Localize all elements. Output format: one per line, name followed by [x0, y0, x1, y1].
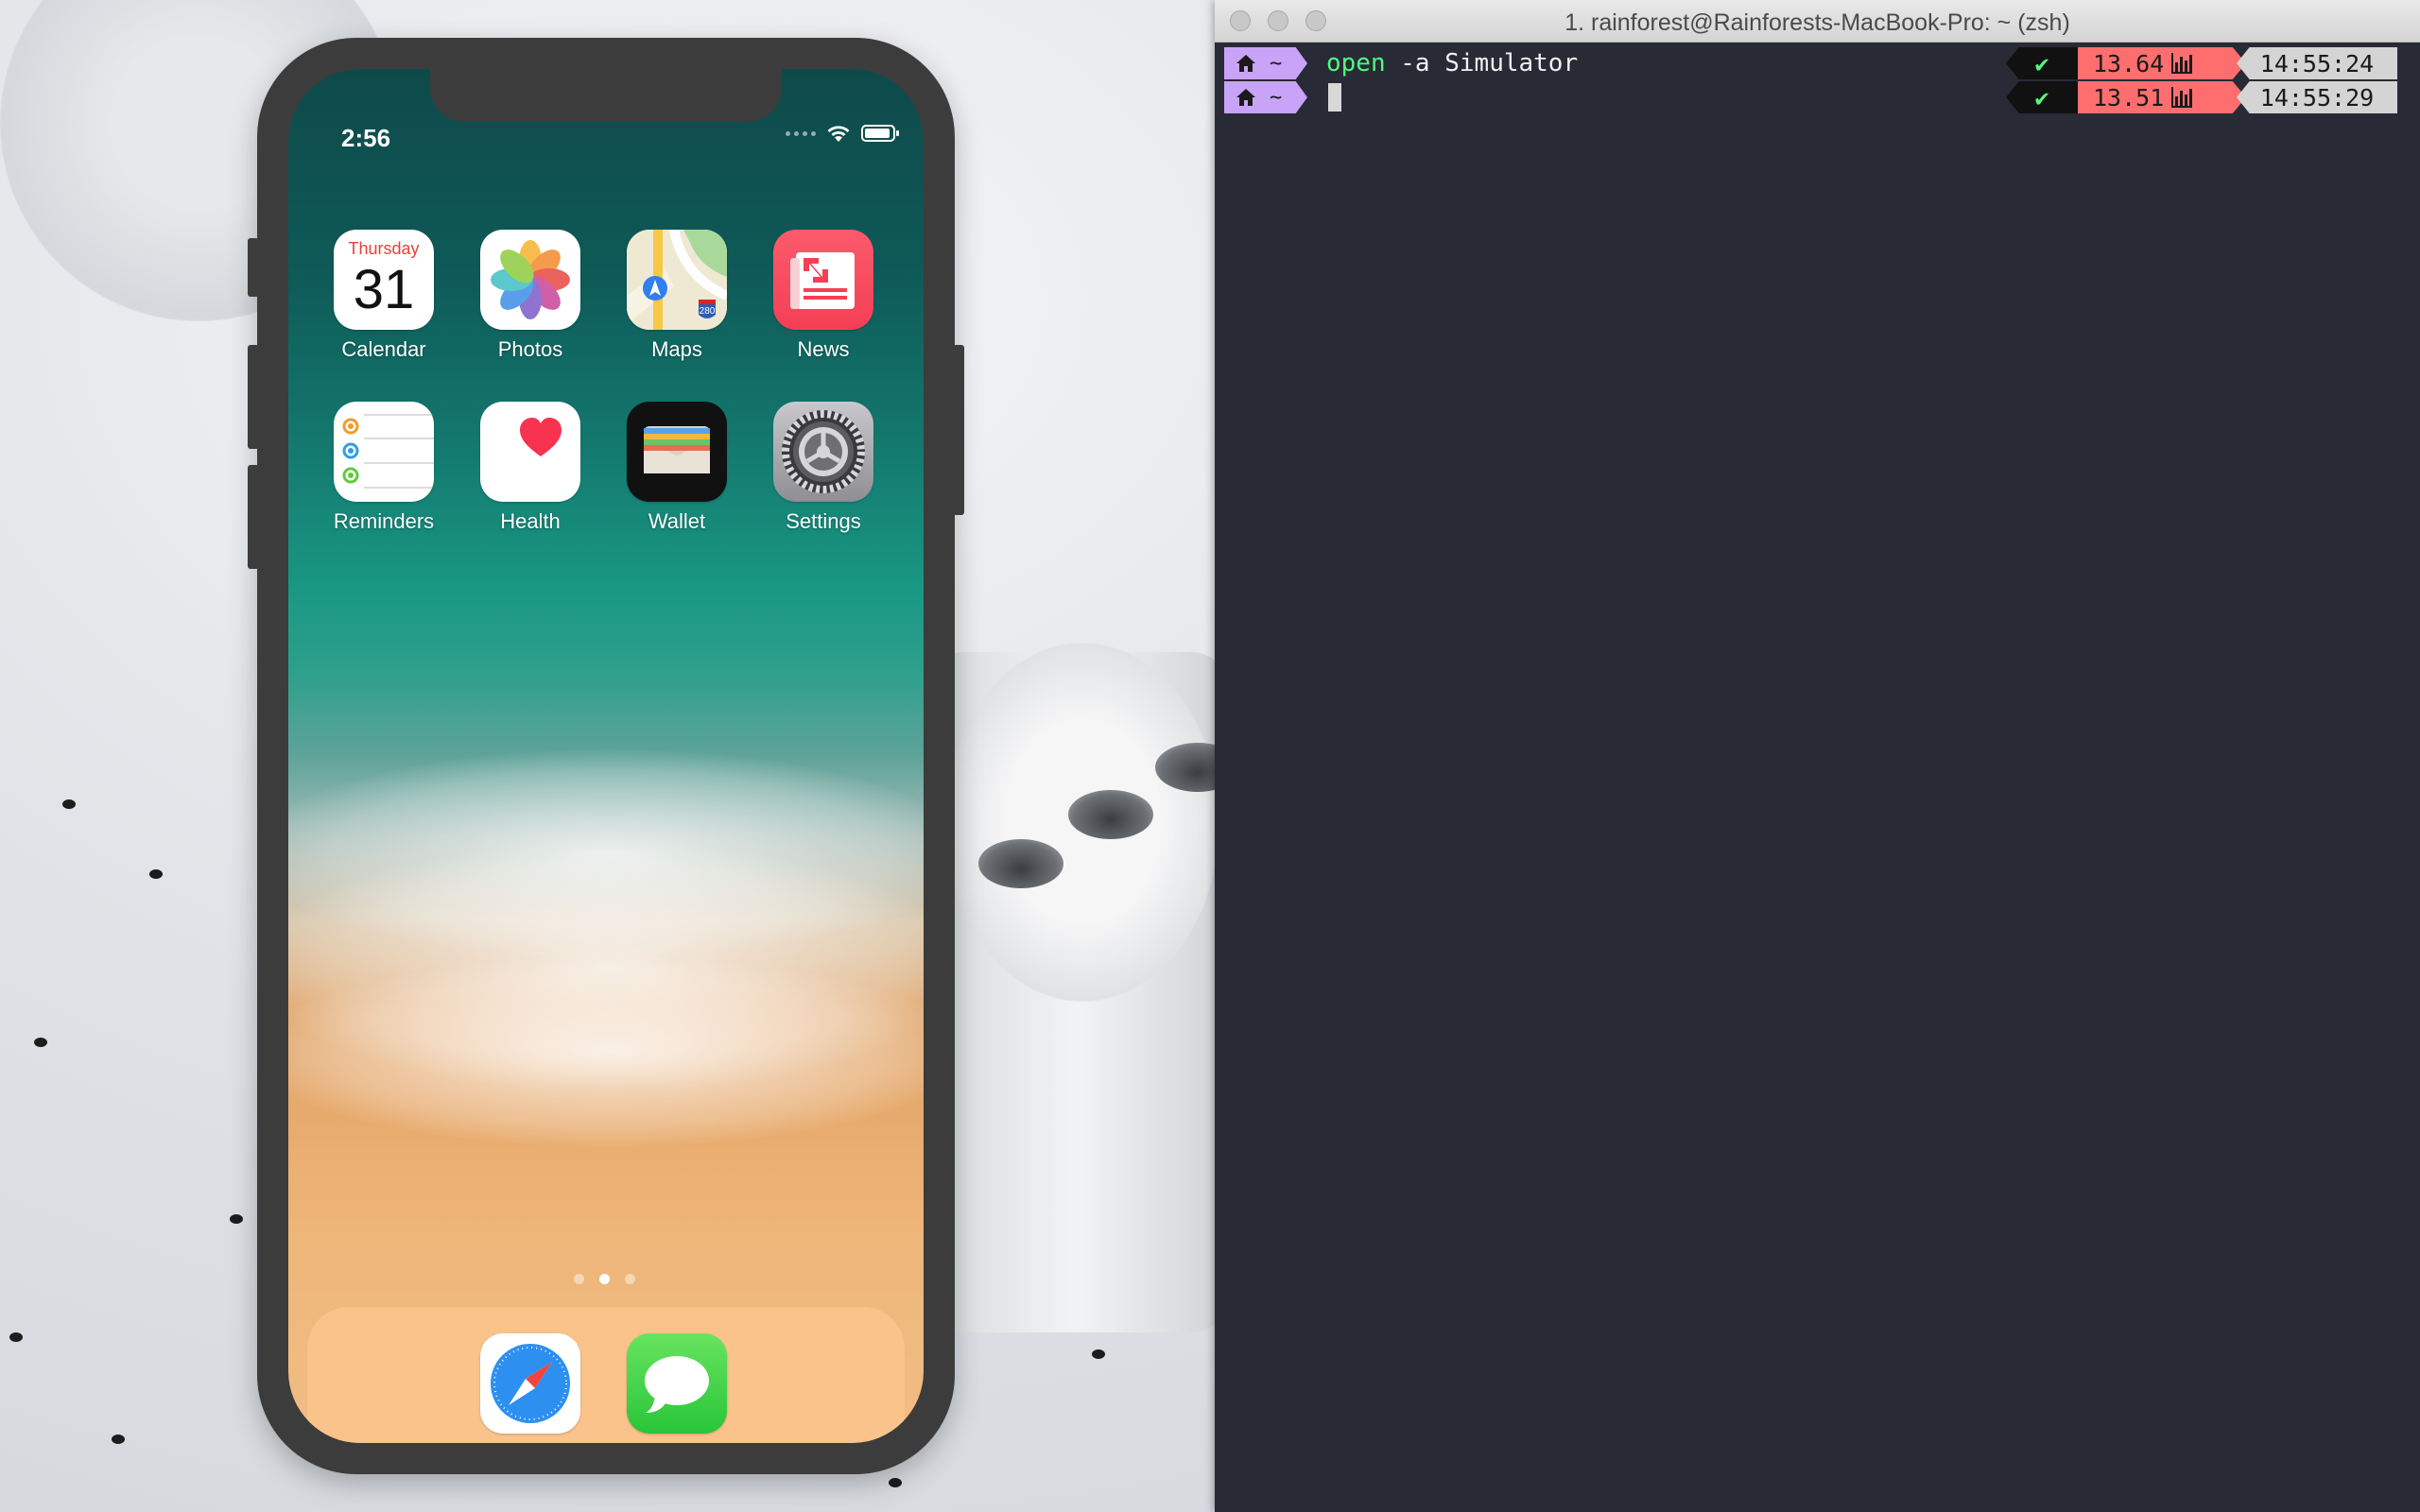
- app-label: Calendar: [341, 337, 426, 361]
- time-segment: 14:55:24: [2237, 47, 2397, 79]
- calendar-icon: Thursday 31: [334, 230, 434, 330]
- maps-icon: 280: [627, 230, 727, 330]
- window-title: 1. rainforest@Rainforests-MacBook-Pro: ~…: [1564, 9, 2070, 36]
- volume-up-button: [248, 345, 259, 449]
- load-value: 13.51: [2093, 83, 2165, 112]
- health-icon: [480, 402, 580, 502]
- photos-icon: [480, 230, 580, 330]
- page-dot-active[interactable]: [599, 1274, 610, 1284]
- battery-icon: [861, 125, 899, 142]
- prompt-line: ~ open -a Simulator: [1224, 47, 1578, 79]
- load-value: 13.64: [2093, 49, 2165, 77]
- command-args: -a Simulator: [1385, 49, 1579, 77]
- app-reminders[interactable]: Reminders: [332, 402, 436, 534]
- maps-highway-badge: 280: [700, 306, 716, 317]
- page-dot[interactable]: [574, 1274, 584, 1284]
- settings-icon: [773, 402, 873, 502]
- time-segment: 14:55:29: [2237, 81, 2397, 113]
- right-prompt: ✔ 13.51 14:55:29: [2006, 81, 2397, 113]
- prompt-home-segment: ~: [1224, 47, 1307, 79]
- messages-icon: [627, 1333, 727, 1434]
- prompt-line: ~: [1224, 81, 1341, 113]
- app-label: Wallet: [648, 509, 706, 533]
- status-time: 2:56: [341, 124, 391, 152]
- news-icon: [773, 230, 873, 330]
- app-settings[interactable]: Settings: [771, 402, 875, 534]
- prompt-dir: ~: [1270, 85, 1283, 110]
- app-label: Photos: [497, 337, 563, 361]
- check-icon: ✔: [2006, 81, 2078, 113]
- iphone-simulator: 2:56 Thursday 31 Calendar Photos 280 Map…: [248, 38, 964, 1474]
- notch: [430, 69, 782, 122]
- load-segment: 13.64: [2078, 47, 2246, 79]
- app-news[interactable]: News: [771, 230, 875, 362]
- app-label: Settings: [786, 509, 861, 533]
- silent-switch: [248, 238, 259, 297]
- status-icons: [786, 124, 899, 143]
- prompt-dir: ~: [1270, 51, 1283, 76]
- app-health[interactable]: Health: [478, 402, 582, 534]
- home-icon: [1236, 55, 1255, 72]
- wallet-icon: [627, 402, 727, 502]
- prompt-home-segment: ~: [1224, 81, 1307, 113]
- calendar-date: 31: [353, 259, 415, 320]
- dock: [307, 1307, 905, 1443]
- command-text: open -a Simulator: [1326, 49, 1578, 77]
- app-safari[interactable]: [478, 1333, 582, 1434]
- app-label: Health: [500, 509, 561, 533]
- app-label: Maps: [651, 337, 702, 361]
- app-wallet[interactable]: Wallet: [625, 402, 729, 534]
- text-cursor: [1328, 83, 1341, 112]
- volume-down-button: [248, 465, 259, 569]
- command-keyword: open: [1326, 49, 1386, 77]
- app-calendar[interactable]: Thursday 31 Calendar: [332, 230, 436, 362]
- home-screen: 2:56 Thursday 31 Calendar Photos 280 Map…: [288, 69, 924, 1443]
- cellular-signal-icon: [786, 130, 816, 136]
- load-segment: 13.51: [2078, 81, 2246, 113]
- page-indicator[interactable]: [574, 1274, 635, 1284]
- app-photos[interactable]: Photos: [478, 230, 582, 362]
- calendar-day: Thursday: [348, 239, 420, 258]
- app-maps[interactable]: 280 Maps: [625, 230, 729, 362]
- title-bar: 1. rainforest@Rainforests-MacBook-Pro: ~…: [1215, 0, 2420, 43]
- check-icon: ✔: [2006, 47, 2078, 79]
- bar-chart-icon: [2171, 53, 2193, 74]
- app-label: News: [797, 337, 850, 361]
- page-dot[interactable]: [625, 1274, 635, 1284]
- safari-icon: [480, 1333, 580, 1434]
- terminal-window: 1. rainforest@Rainforests-MacBook-Pro: ~…: [1215, 0, 2420, 1512]
- app-messages[interactable]: [625, 1333, 729, 1434]
- reminders-icon: [334, 402, 434, 502]
- home-icon: [1236, 89, 1255, 106]
- wifi-icon: [827, 126, 850, 142]
- app-label: Reminders: [333, 509, 435, 533]
- bar-chart-icon: [2171, 87, 2193, 108]
- right-prompt: ✔ 13.64 14:55:24: [2006, 47, 2397, 79]
- power-button: [953, 345, 964, 515]
